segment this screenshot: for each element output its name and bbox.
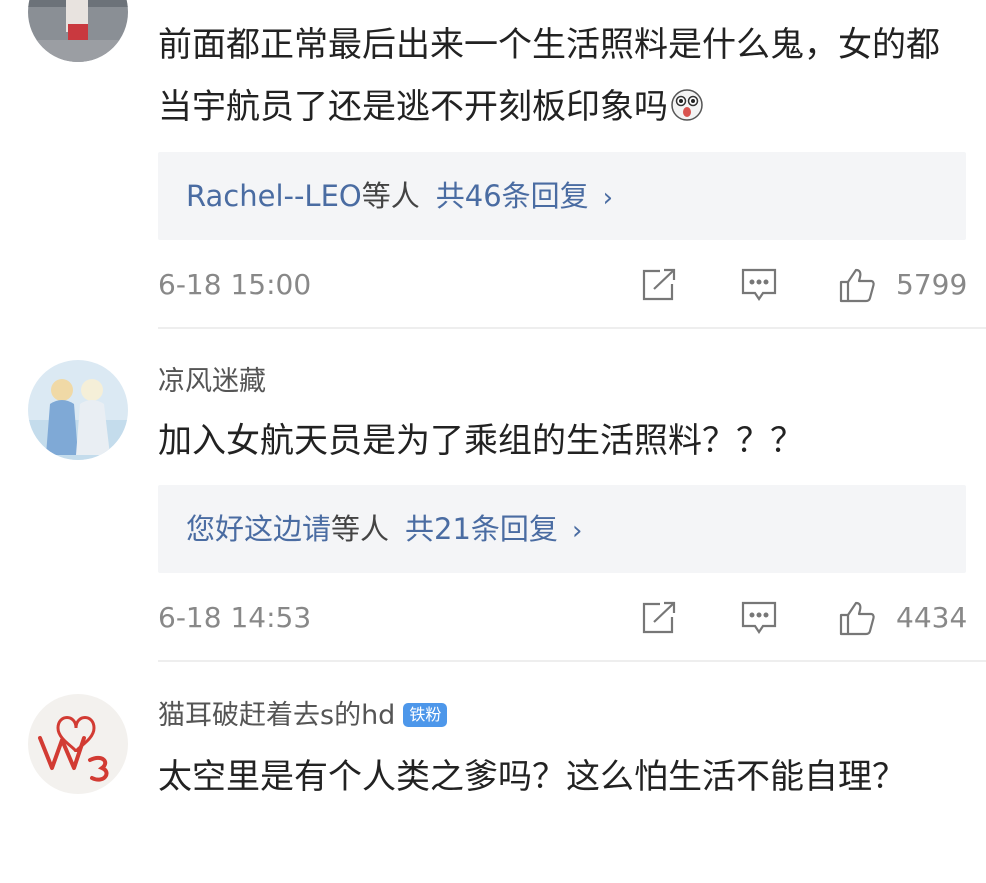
thumbs-up-icon[interactable] xyxy=(838,600,876,636)
reply-count[interactable]: 共21条回复 xyxy=(405,512,558,546)
thumbs-up-icon[interactable] xyxy=(838,267,876,303)
share-icon[interactable] xyxy=(640,267,678,303)
comment-content: 前面都正常最后出来一个生活照料是什么鬼，女的都当宇航员了还是逃不开刻板印象吗 xyxy=(158,14,958,138)
avatar[interactable] xyxy=(28,694,128,794)
reply-suffix: 等人 xyxy=(361,179,420,213)
divider xyxy=(158,660,986,662)
avatar[interactable] xyxy=(28,360,128,460)
comment-icon[interactable] xyxy=(740,600,778,636)
comment-text: 前面都正常最后出来一个生活照料是什么鬼，女的都当宇航员了还是逃不开刻板印象吗 xyxy=(158,25,940,127)
comment-time: 6-18 14:53 xyxy=(158,601,312,634)
shocked-face-emoji-icon xyxy=(670,88,704,122)
comment-icon[interactable] xyxy=(740,267,778,303)
reply-names[interactable]: 您好这边请 xyxy=(186,512,331,546)
comment-text: 太空里是有个人类之爹吗？这么怕生活不能自理？ xyxy=(158,757,906,797)
comment-username[interactable]: 凉风迷藏 xyxy=(158,364,266,400)
divider xyxy=(158,327,986,329)
reply-suffix: 等人 xyxy=(331,512,390,546)
comment-content: 加入女航天员是为了乘组的生活照料？？？ xyxy=(158,410,958,472)
avatar[interactable] xyxy=(28,0,128,62)
comment-content: 太空里是有个人类之爹吗？这么怕生活不能自理？ xyxy=(158,746,958,808)
share-icon[interactable] xyxy=(640,600,678,636)
username-text[interactable]: 猫耳破赶着去s的hd xyxy=(158,700,395,731)
like-count: 5799 xyxy=(896,268,968,301)
replies-box[interactable]: Rachel--LEO等人 共46条回复 › xyxy=(158,152,966,240)
chevron-right-icon: › xyxy=(571,516,583,546)
comment-footer: 6-18 14:53 4434 xyxy=(158,598,968,638)
comment-username[interactable]: 猫耳破赶着去s的hd 铁粉 xyxy=(158,698,448,734)
comment-text: 加入女航天员是为了乘组的生活照料？？？ xyxy=(158,421,804,461)
reply-names[interactable]: Rachel--LEO xyxy=(186,179,362,213)
reply-count[interactable]: 共46条回复 xyxy=(436,179,589,213)
replies-box[interactable]: 您好这边请等人 共21条回复 › xyxy=(158,485,966,573)
fan-badge: 铁粉 xyxy=(403,703,448,727)
comment-footer: 6-18 15:00 5799 xyxy=(158,265,968,305)
comment-time: 6-18 15:00 xyxy=(158,268,312,301)
chevron-right-icon: › xyxy=(602,183,614,213)
like-count: 4434 xyxy=(896,601,968,634)
